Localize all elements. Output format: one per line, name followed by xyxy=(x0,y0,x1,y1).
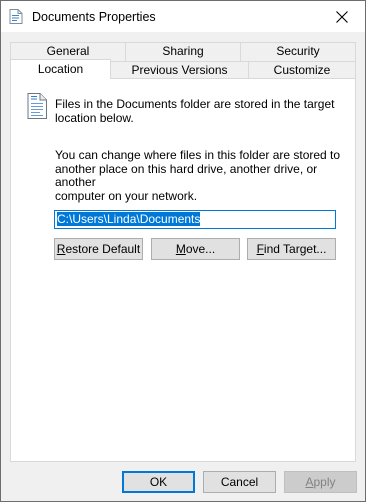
mnemonic: A xyxy=(305,475,314,489)
tab-label: General xyxy=(46,44,90,58)
tab-sharing[interactable]: Sharing xyxy=(125,42,241,61)
find-target-button[interactable]: Find Target... xyxy=(247,238,336,260)
tab-security[interactable]: Security xyxy=(240,42,356,61)
info-line: Files in the Documents folder are stored… xyxy=(55,97,335,111)
location-info-text: Files in the Documents folder are stored… xyxy=(55,97,335,125)
close-button[interactable] xyxy=(319,1,365,32)
cancel-button[interactable]: Cancel xyxy=(203,471,276,493)
target-path-value: C:\Users\Linda\Documents xyxy=(57,212,201,226)
tab-previous-versions[interactable]: Previous Versions xyxy=(110,61,249,78)
move-button[interactable]: Move... xyxy=(151,238,240,260)
target-path-input[interactable]: C:\Users\Linda\Documents xyxy=(54,210,336,229)
button-label: OK xyxy=(149,475,168,489)
mnemonic: F xyxy=(256,242,264,256)
tab-customize[interactable]: Customize xyxy=(248,61,356,78)
description-line: computer on your network. xyxy=(55,188,198,203)
restore-default-button[interactable]: Restore Default xyxy=(54,238,143,260)
tab-label: Previous Versions xyxy=(131,63,228,77)
apply-button[interactable]: Apply xyxy=(284,471,357,493)
tab-label: Location xyxy=(37,62,84,76)
title-bar: Documents Properties xyxy=(1,1,365,32)
location-tab-panel: Files in the Documents folder are stored… xyxy=(10,78,356,462)
tab-label: Security xyxy=(276,44,320,58)
button-label: ove... xyxy=(185,242,216,256)
button-label: pply xyxy=(313,475,336,489)
ok-button[interactable]: OK xyxy=(122,471,195,493)
documents-folder-icon xyxy=(27,93,47,119)
tab-label: Sharing xyxy=(162,44,204,58)
info-line: location below. xyxy=(55,110,134,125)
description-line: another place on this hard drive, anothe… xyxy=(55,161,318,189)
mnemonic: M xyxy=(175,242,186,256)
window-title: Documents Properties xyxy=(32,10,156,24)
tab-label: Customize xyxy=(273,63,331,77)
button-label: estore Default xyxy=(65,242,141,256)
folder-properties-icon xyxy=(9,9,23,24)
tab-location[interactable]: Location xyxy=(10,59,111,79)
button-label: Cancel xyxy=(220,475,259,489)
location-description: You can change where files in this folde… xyxy=(55,148,355,203)
properties-dialog: Documents Properties General Sharing Sec… xyxy=(0,0,366,502)
close-icon xyxy=(336,10,348,23)
button-label: ind Target... xyxy=(263,242,327,256)
description-line: You can change where files in this folde… xyxy=(55,148,341,162)
